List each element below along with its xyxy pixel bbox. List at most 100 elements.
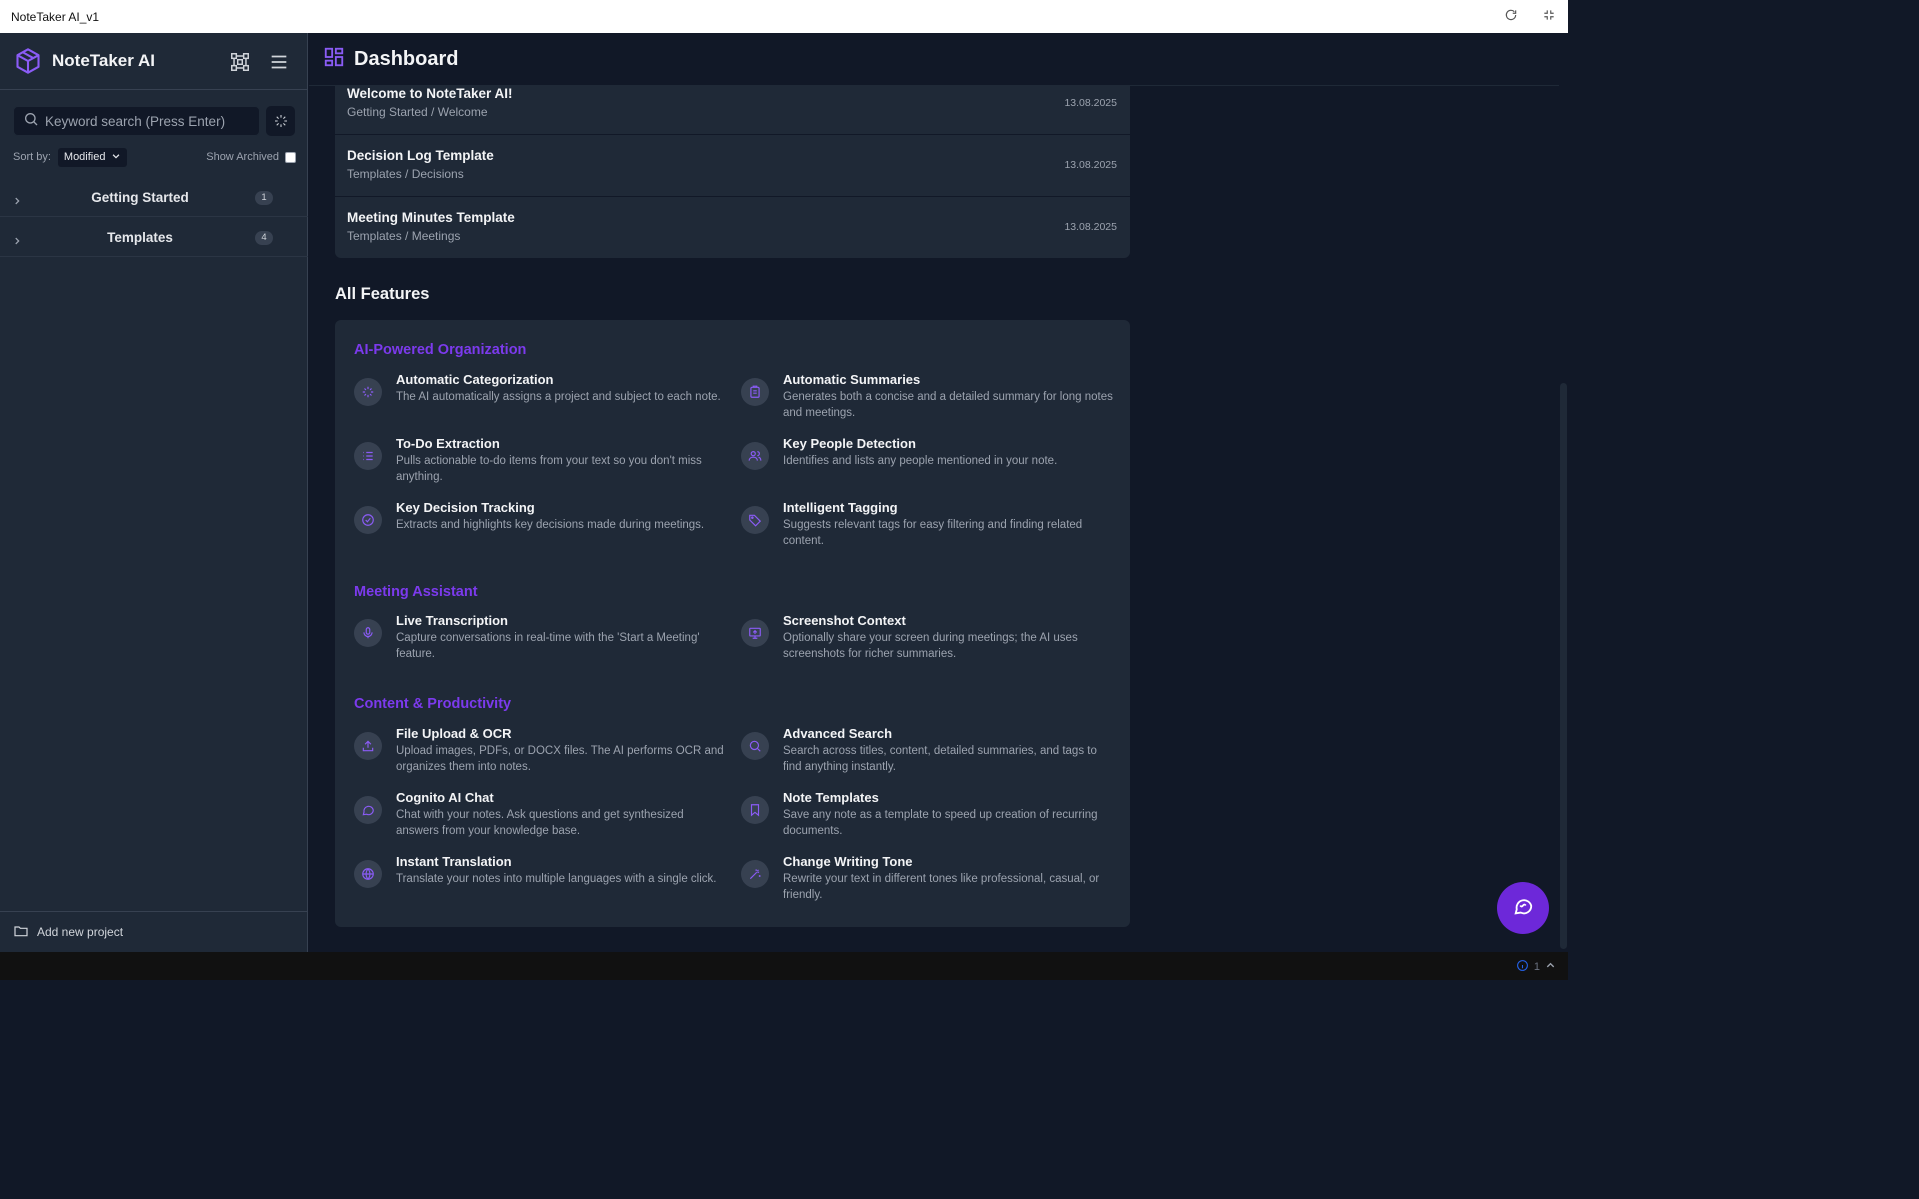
- feature-description: Optionally share your screen during meet…: [783, 632, 1078, 660]
- feature-description: Generates both a concise and a detailed …: [783, 391, 1113, 419]
- note-path: Templates / Meetings: [347, 229, 461, 243]
- feature-title: Advanced Search: [783, 726, 893, 741]
- feature-description: The AI automatically assigns a project a…: [396, 391, 721, 403]
- search-icon: [23, 111, 39, 132]
- feature-description: Extracts and highlights key decisions ma…: [396, 519, 705, 531]
- ai-search-button[interactable]: [266, 106, 295, 136]
- scrollbar-thumb[interactable]: [1560, 383, 1567, 949]
- main-scrollbar[interactable]: [1559, 33, 1568, 952]
- feature-title: Automatic Categorization: [396, 372, 554, 387]
- feature-title: Note Templates: [783, 790, 879, 805]
- magic-wand-icon: [741, 860, 769, 888]
- feature-description: Suggests relevant tags for easy filterin…: [783, 519, 1083, 547]
- bookmark-icon: [741, 796, 769, 824]
- clipboard-icon: [741, 378, 769, 406]
- show-archived-checkbox[interactable]: [285, 151, 296, 163]
- chevron-up-icon[interactable]: [1545, 960, 1556, 974]
- feature-description: Rewrite your text in different tones lik…: [783, 873, 1100, 901]
- feature-description: Translate your notes into multiple langu…: [396, 873, 717, 885]
- globe-icon: [354, 860, 382, 888]
- feature-title: Live Transcription: [396, 613, 508, 628]
- chevron-down-icon: [111, 151, 121, 164]
- sparkle-icon: [354, 378, 382, 406]
- main-content: Dashboard Welcome to NoteTaker AI! Getti…: [309, 33, 1559, 952]
- refresh-icon[interactable]: [1504, 8, 1520, 24]
- feature-title: Key People Detection: [783, 436, 916, 451]
- feature-title: File Upload & OCR: [396, 726, 512, 741]
- project-templates[interactable]: Templates 4: [0, 219, 308, 257]
- list-icon: [354, 442, 382, 470]
- feature-description: Upload images, PDFs, or DOCX files. The …: [396, 745, 724, 773]
- project-count-badge: 1: [255, 190, 273, 205]
- note-row[interactable]: Decision Log Template Templates / Decisi…: [335, 135, 1130, 197]
- sort-row: Sort by: Modified Show Archived: [13, 147, 296, 167]
- feature-title: Cognito AI Chat: [396, 790, 494, 805]
- fullscreen-icon[interactable]: [1542, 8, 1558, 24]
- note-date: 13.08.2025: [1064, 159, 1117, 171]
- feature-title: Key Decision Tracking: [396, 500, 535, 515]
- sidebar-header: NoteTaker AI: [0, 33, 307, 90]
- page-title: Dashboard: [354, 47, 459, 70]
- show-archived-label: Show Archived: [206, 151, 279, 163]
- chat-bubble-icon: [1512, 895, 1534, 922]
- feature-description: Search across titles, content, detailed …: [783, 745, 1097, 773]
- feature-title: To-Do Extraction: [396, 436, 500, 451]
- note-title: Decision Log Template: [347, 148, 494, 163]
- info-count: 1: [1533, 961, 1540, 973]
- section-title-content-productivity: Content & Productivity: [354, 696, 512, 712]
- search-box: [13, 106, 260, 136]
- microphone-icon: [354, 619, 382, 647]
- note-date: 13.08.2025: [1064, 221, 1117, 233]
- search-icon: [741, 732, 769, 760]
- folder-icon: [13, 923, 29, 942]
- feature-title: Change Writing Tone: [783, 854, 913, 869]
- feature-description: Save any note as a template to speed up …: [783, 809, 1098, 837]
- main-header: Dashboard: [309, 33, 1559, 86]
- feature-description: Identifies and lists any people mentione…: [783, 455, 1058, 467]
- upload-icon: [354, 732, 382, 760]
- feature-description: Pulls actionable to-do items from your t…: [396, 455, 702, 483]
- window-title: NoteTaker AI_v1: [11, 9, 100, 24]
- cube-logo-icon: [14, 47, 42, 75]
- add-project-button[interactable]: Add new project: [0, 911, 308, 952]
- window-titlebar: NoteTaker AI_v1: [0, 0, 1568, 33]
- note-path: Getting Started / Welcome: [347, 105, 488, 119]
- people-icon: [741, 442, 769, 470]
- ai-chat-button[interactable]: [1497, 882, 1549, 934]
- features-panel: AI-Powered Organization Automatic Catego…: [335, 320, 1130, 927]
- check-circle-icon: [354, 506, 382, 534]
- feature-description: Capture conversations in real-time with …: [396, 632, 700, 660]
- screen-share-icon: [741, 619, 769, 647]
- network-graph-icon[interactable]: [229, 51, 251, 73]
- menu-icon[interactable]: [268, 51, 290, 73]
- note-date: 13.08.2025: [1064, 97, 1117, 109]
- chat-bubble-icon: [354, 796, 382, 824]
- note-path: Templates / Decisions: [347, 167, 464, 181]
- project-name: Templates: [107, 230, 173, 245]
- feature-description: Chat with your notes. Ask questions and …: [396, 809, 684, 837]
- project-name: Getting Started: [91, 190, 189, 205]
- sort-selected: Modified: [63, 151, 106, 163]
- sidebar: NoteTaker AI Sort by: Modified Show Arch…: [0, 33, 308, 952]
- note-title: Welcome to NoteTaker AI!: [347, 86, 513, 101]
- project-count-badge: 4: [255, 230, 273, 245]
- info-icon[interactable]: [1516, 959, 1529, 975]
- sort-label: Sort by:: [13, 151, 51, 163]
- feature-title: Screenshot Context: [783, 613, 906, 628]
- note-title: Meeting Minutes Template: [347, 210, 515, 225]
- note-row[interactable]: Meeting Minutes Template Templates / Mee…: [335, 197, 1130, 259]
- sort-select[interactable]: Modified: [57, 147, 128, 167]
- feature-title: Intelligent Tagging: [783, 500, 898, 515]
- feature-title: Automatic Summaries: [783, 372, 921, 387]
- search-input[interactable]: [45, 113, 255, 129]
- status-bar: 1: [0, 952, 1568, 980]
- brand-name: NoteTaker AI: [52, 51, 155, 70]
- feature-title: Instant Translation: [396, 854, 512, 869]
- dashboard-grid-icon: [323, 46, 345, 73]
- section-title-ai-organization: AI-Powered Organization: [354, 342, 527, 358]
- all-features-heading: All Features: [335, 285, 430, 303]
- tag-icon: [741, 506, 769, 534]
- project-getting-started[interactable]: Getting Started 1: [0, 179, 308, 217]
- section-title-meeting-assistant: Meeting Assistant: [354, 584, 478, 600]
- add-project-label: Add new project: [37, 925, 124, 939]
